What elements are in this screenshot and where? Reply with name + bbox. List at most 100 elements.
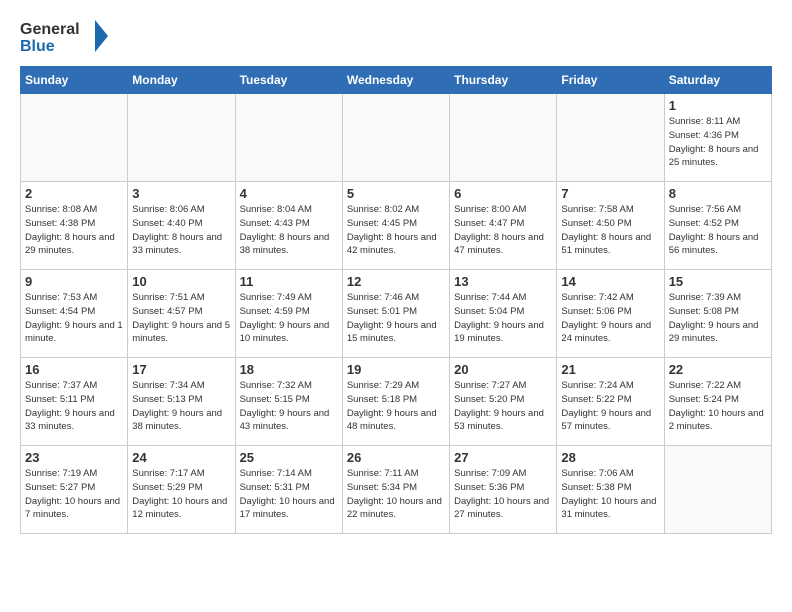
svg-text:Blue: Blue [20, 38, 55, 55]
day-info: Sunrise: 8:06 AM Sunset: 4:40 PM Dayligh… [132, 203, 230, 258]
calendar-cell: 18 Sunrise: 7:32 AM Sunset: 5:15 PM Dayli… [235, 358, 342, 446]
weekday-header-saturday: Saturday [664, 67, 771, 94]
day-number: 20 [454, 362, 552, 377]
logo: GeneralBlue [20, 16, 110, 56]
calendar-cell: 12 Sunrise: 7:46 AM Sunset: 5:01 PM Dayli… [342, 270, 449, 358]
day-number: 2 [25, 186, 123, 201]
day-number: 15 [669, 274, 767, 289]
day-number: 26 [347, 450, 445, 465]
svg-text:General: General [20, 21, 80, 38]
calendar-cell: 7 Sunrise: 7:58 AM Sunset: 4:50 PM Daylig… [557, 182, 664, 270]
calendar-cell: 11 Sunrise: 7:49 AM Sunset: 4:59 PM Dayli… [235, 270, 342, 358]
calendar-cell [128, 94, 235, 182]
day-number: 21 [561, 362, 659, 377]
day-number: 19 [347, 362, 445, 377]
day-number: 13 [454, 274, 552, 289]
calendar-cell: 5Sunrise: 8:02 AM Sunset: 4:45 PM Daylig… [342, 182, 449, 270]
calendar-table: SundayMondayTuesdayWednesdayThursdayFrid… [20, 66, 772, 534]
day-info: Sunrise: 7:49 AM Sunset: 4:59 PM Dayligh… [240, 291, 338, 346]
day-info: Sunrise: 7:51 AM Sunset: 4:57 PM Dayligh… [132, 291, 230, 346]
day-info: Sunrise: 7:11 AM Sunset: 5:34 PM Dayligh… [347, 467, 445, 522]
day-number: 23 [25, 450, 123, 465]
calendar-cell [21, 94, 128, 182]
day-number: 18 [240, 362, 338, 377]
calendar-cell: 13 Sunrise: 7:44 AM Sunset: 5:04 PM Dayli… [450, 270, 557, 358]
day-number: 11 [240, 274, 338, 289]
day-info: Sunrise: 8:08 AM Sunset: 4:38 PM Dayligh… [25, 203, 123, 258]
day-info: Sunrise: 7:29 AM Sunset: 5:18 PM Dayligh… [347, 379, 445, 434]
day-number: 27 [454, 450, 552, 465]
calendar-cell: 16 Sunrise: 7:37 AM Sunset: 5:11 PM Dayli… [21, 358, 128, 446]
calendar-cell: 6 Sunrise: 8:00 AM Sunset: 4:47 PM Daylig… [450, 182, 557, 270]
calendar-cell: 14 Sunrise: 7:42 AM Sunset: 5:06 PM Dayli… [557, 270, 664, 358]
day-number: 4 [240, 186, 338, 201]
calendar-cell: 22 Sunrise: 7:22 AM Sunset: 5:24 PM Dayli… [664, 358, 771, 446]
calendar-week-row: 16 Sunrise: 7:37 AM Sunset: 5:11 PM Dayli… [21, 358, 772, 446]
calendar-cell: 26 Sunrise: 7:11 AM Sunset: 5:34 PM Dayli… [342, 446, 449, 534]
day-number: 12 [347, 274, 445, 289]
day-info: Sunrise: 7:17 AM Sunset: 5:29 PM Dayligh… [132, 467, 230, 522]
calendar-cell: 17 Sunrise: 7:34 AM Sunset: 5:13 PM Dayli… [128, 358, 235, 446]
logo-svg: GeneralBlue [20, 16, 110, 56]
calendar-cell: 8Sunrise: 7:56 AM Sunset: 4:52 PM Daylig… [664, 182, 771, 270]
day-info: Sunrise: 7:46 AM Sunset: 5:01 PM Dayligh… [347, 291, 445, 346]
day-number: 6 [454, 186, 552, 201]
day-info: Sunrise: 7:22 AM Sunset: 5:24 PM Dayligh… [669, 379, 767, 434]
calendar-week-row: 1 Sunrise: 8:11 AM Sunset: 4:36 PM Daylig… [21, 94, 772, 182]
day-number: 28 [561, 450, 659, 465]
day-number: 5 [347, 186, 445, 201]
day-info: Sunrise: 7:44 AM Sunset: 5:04 PM Dayligh… [454, 291, 552, 346]
day-info: Sunrise: 8:11 AM Sunset: 4:36 PM Dayligh… [669, 115, 767, 170]
day-info: Sunrise: 8:04 AM Sunset: 4:43 PM Dayligh… [240, 203, 338, 258]
day-info: Sunrise: 7:09 AM Sunset: 5:36 PM Dayligh… [454, 467, 552, 522]
weekday-header-row: SundayMondayTuesdayWednesdayThursdayFrid… [21, 67, 772, 94]
calendar-cell: 2 Sunrise: 8:08 AM Sunset: 4:38 PM Daylig… [21, 182, 128, 270]
calendar-cell: 15 Sunrise: 7:39 AM Sunset: 5:08 PM Dayli… [664, 270, 771, 358]
day-info: Sunrise: 7:58 AM Sunset: 4:50 PM Dayligh… [561, 203, 659, 258]
calendar-cell: 28 Sunrise: 7:06 AM Sunset: 5:38 PM Dayli… [557, 446, 664, 534]
day-number: 1 [669, 98, 767, 113]
weekday-header-monday: Monday [128, 67, 235, 94]
day-number: 8 [669, 186, 767, 201]
weekday-header-thursday: Thursday [450, 67, 557, 94]
weekday-header-tuesday: Tuesday [235, 67, 342, 94]
day-number: 3 [132, 186, 230, 201]
calendar-cell [342, 94, 449, 182]
page-header: GeneralBlue [20, 16, 772, 56]
day-info: Sunrise: 7:06 AM Sunset: 5:38 PM Dayligh… [561, 467, 659, 522]
weekday-header-sunday: Sunday [21, 67, 128, 94]
weekday-header-friday: Friday [557, 67, 664, 94]
day-number: 10 [132, 274, 230, 289]
day-number: 16 [25, 362, 123, 377]
calendar-cell: 24Sunrise: 7:17 AM Sunset: 5:29 PM Dayli… [128, 446, 235, 534]
calendar-cell: 25Sunrise: 7:14 AM Sunset: 5:31 PM Dayli… [235, 446, 342, 534]
calendar-cell: 9 Sunrise: 7:53 AM Sunset: 4:54 PM Daylig… [21, 270, 128, 358]
day-number: 17 [132, 362, 230, 377]
calendar-cell [235, 94, 342, 182]
day-info: Sunrise: 7:37 AM Sunset: 5:11 PM Dayligh… [25, 379, 123, 434]
calendar-cell [557, 94, 664, 182]
day-number: 7 [561, 186, 659, 201]
day-info: Sunrise: 8:00 AM Sunset: 4:47 PM Dayligh… [454, 203, 552, 258]
day-info: Sunrise: 7:34 AM Sunset: 5:13 PM Dayligh… [132, 379, 230, 434]
calendar-cell: 3 Sunrise: 8:06 AM Sunset: 4:40 PM Daylig… [128, 182, 235, 270]
calendar-week-row: 9 Sunrise: 7:53 AM Sunset: 4:54 PM Daylig… [21, 270, 772, 358]
day-number: 14 [561, 274, 659, 289]
calendar-cell: 1 Sunrise: 8:11 AM Sunset: 4:36 PM Daylig… [664, 94, 771, 182]
calendar-cell: 10 Sunrise: 7:51 AM Sunset: 4:57 PM Dayli… [128, 270, 235, 358]
weekday-header-wednesday: Wednesday [342, 67, 449, 94]
day-number: 22 [669, 362, 767, 377]
calendar-cell: 23 Sunrise: 7:19 AM Sunset: 5:27 PM Dayli… [21, 446, 128, 534]
day-number: 9 [25, 274, 123, 289]
day-info: Sunrise: 7:42 AM Sunset: 5:06 PM Dayligh… [561, 291, 659, 346]
calendar-cell [450, 94, 557, 182]
day-info: Sunrise: 7:39 AM Sunset: 5:08 PM Dayligh… [669, 291, 767, 346]
calendar-cell [664, 446, 771, 534]
calendar-week-row: 23 Sunrise: 7:19 AM Sunset: 5:27 PM Dayli… [21, 446, 772, 534]
calendar-cell: 20 Sunrise: 7:27 AM Sunset: 5:20 PM Dayli… [450, 358, 557, 446]
calendar-cell: 4 Sunrise: 8:04 AM Sunset: 4:43 PM Daylig… [235, 182, 342, 270]
day-info: Sunrise: 7:53 AM Sunset: 4:54 PM Dayligh… [25, 291, 123, 346]
day-info: Sunrise: 7:27 AM Sunset: 5:20 PM Dayligh… [454, 379, 552, 434]
day-info: Sunrise: 7:32 AM Sunset: 5:15 PM Dayligh… [240, 379, 338, 434]
day-info: Sunrise: 7:19 AM Sunset: 5:27 PM Dayligh… [25, 467, 123, 522]
